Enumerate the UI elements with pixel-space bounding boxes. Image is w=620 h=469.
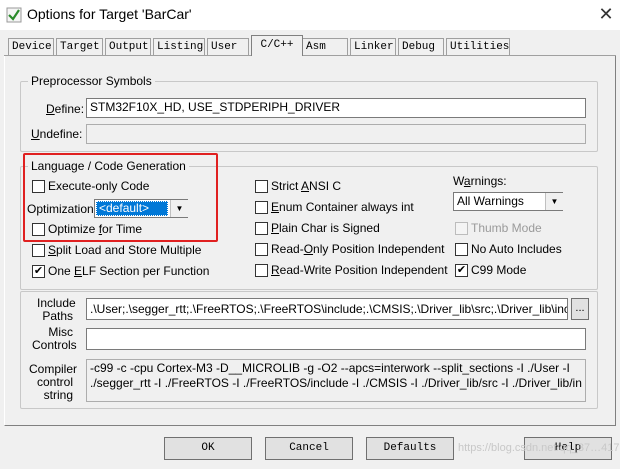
one-elf-label: One ELF Section per Function (48, 264, 210, 278)
rw-pi-checkbox[interactable] (255, 264, 268, 277)
tab-target[interactable]: Target (56, 38, 103, 55)
defaults-button[interactable]: Defaults (366, 437, 454, 460)
cancel-button[interactable]: Cancel (265, 437, 353, 460)
thumb-mode-checkbox[interactable] (455, 222, 468, 235)
warnings-dropdown[interactable]: All Warnings ▼ (453, 192, 563, 211)
include-browse-button[interactable]: ... (571, 298, 589, 320)
tab-debug[interactable]: Debug (398, 38, 444, 55)
warnings-label: Warnings: (453, 174, 507, 188)
tab-c-cpp[interactable]: C/C++ (251, 35, 303, 56)
plain-char-checkbox[interactable] (255, 222, 268, 235)
enum-container-label: Enum Container always int (271, 200, 414, 214)
no-auto-includes-label: No Auto Includes (471, 242, 562, 256)
split-load-checkbox[interactable] (32, 244, 45, 257)
plain-char-label: Plain Char is Signed (271, 221, 380, 235)
tab-utilities[interactable]: Utilities (446, 38, 510, 55)
c99-mode-label: C99 Mode (471, 263, 527, 277)
tab-listing[interactable]: Listing (153, 38, 205, 55)
close-icon[interactable]: ✕ (594, 3, 618, 25)
tab-output[interactable]: Output (105, 38, 151, 55)
preprocessor-legend: Preprocessor Symbols (28, 74, 155, 88)
strict-ansi-checkbox[interactable] (255, 180, 268, 193)
compiler-control-string: -c99 -c -cpu Cortex-M3 -D__MICROLIB -g -… (86, 359, 586, 402)
ro-pi-checkbox[interactable] (255, 243, 268, 256)
one-elf-checkbox[interactable]: ✔ (32, 265, 45, 278)
split-load-label: Split Load and Store Multiple (48, 243, 202, 257)
compiler-line-2: ./segger_rtt -I ./FreeRTOS -I ./FreeRTOS… (90, 376, 582, 390)
tab-linker[interactable]: Linker (350, 38, 396, 55)
undefine-input[interactable] (86, 124, 586, 144)
include-paths-label: Include Paths (37, 296, 76, 323)
ro-pi-label: Read-Only Position Independent (271, 242, 445, 256)
highlight-annotation (23, 153, 218, 242)
misc-controls-label: Misc Controls (32, 325, 77, 352)
define-input[interactable]: STM32F10X_HD, USE_STDPERIPH_DRIVER (86, 98, 586, 118)
compiler-control-label: Compiler control string (29, 362, 78, 402)
strict-ansi-label: Strict ANSI C (271, 179, 342, 193)
c99-mode-checkbox[interactable]: ✔ (455, 264, 468, 277)
watermark: https://blog.csdn.net/qq_37…417 (458, 442, 620, 454)
undefine-label: Undefine: (31, 127, 83, 141)
tab-asm[interactable]: Asm (302, 38, 348, 55)
chevron-down-icon[interactable]: ▼ (545, 193, 563, 210)
tab-user[interactable]: User (207, 38, 249, 55)
enum-container-checkbox[interactable] (255, 201, 268, 214)
no-auto-includes-checkbox[interactable] (455, 243, 468, 256)
keil-app-icon (6, 7, 22, 23)
thumb-mode-label: Thumb Mode (471, 221, 542, 235)
window-title: Options for Target 'BarCar' (27, 6, 192, 22)
include-paths-input[interactable]: .\User;.\segger_rtt;.\FreeRTOS;.\FreeRTO… (86, 298, 568, 320)
tab-device[interactable]: Device (8, 38, 54, 55)
define-label: Define: (46, 102, 85, 116)
warnings-value: All Warnings (457, 194, 524, 208)
rw-pi-label: Read-Write Position Independent (271, 263, 448, 277)
misc-controls-input[interactable] (86, 328, 586, 350)
ok-button[interactable]: OK (164, 437, 252, 460)
compiler-line-1: -c99 -c -cpu Cortex-M3 -D__MICROLIB -g -… (90, 361, 570, 375)
